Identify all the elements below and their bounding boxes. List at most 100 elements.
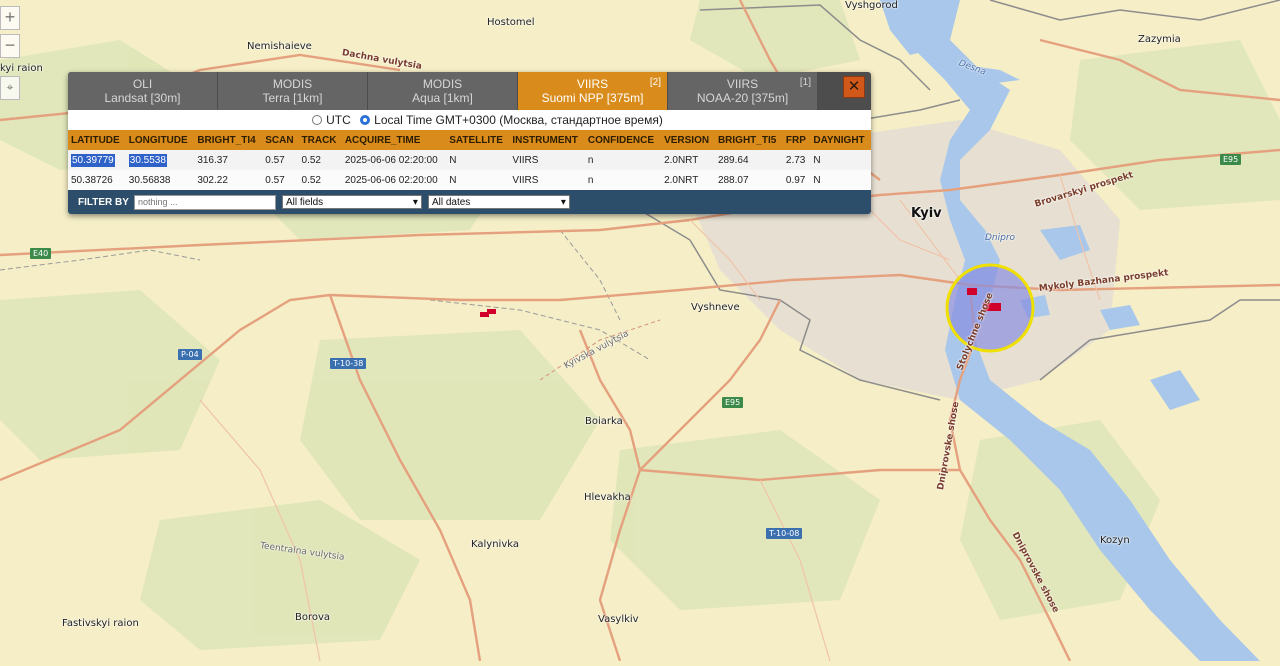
table-cell: 2025-06-06 02:20:00 <box>341 170 447 190</box>
tab-modis-aqua[interactable]: MODIS Aqua [1km] <box>368 72 517 110</box>
tab-line2: NOAA-20 [375m] <box>696 91 789 105</box>
filter-input[interactable] <box>133 194 276 210</box>
chevron-down-icon: ▾ <box>560 196 566 208</box>
tab-line1: MODIS <box>422 77 463 91</box>
table-cell: n <box>584 170 662 190</box>
column-header[interactable]: VERSION <box>661 130 715 150</box>
place-label: Kalynivka <box>471 539 519 550</box>
table-cell: 50.39779 <box>68 150 126 170</box>
table-cell: 2.0NRT <box>661 150 715 170</box>
tab-line2: Aqua [1km] <box>412 91 473 105</box>
table-cell: 0.57 <box>262 170 299 190</box>
road-shield: E40 <box>30 248 52 259</box>
sensor-tabs: OLI Landsat [30m] MODIS Terra [1km] MODI… <box>68 72 871 110</box>
table-row[interactable]: 50.39779 30.5538 316.37 0.57 0.52 2025-06-06 … <box>68 150 871 170</box>
table-cell: 288.07 <box>714 170 783 190</box>
table-cell: 2025-06-06 02:20:00 <box>341 150 447 170</box>
road-shield: T-10-38 <box>330 358 367 369</box>
tab-line1: MODIS <box>272 77 313 91</box>
filter-label: FILTER BY <box>78 196 129 208</box>
tab-line1: VIIRS <box>726 77 759 91</box>
place-label: Kyiv <box>911 206 942 221</box>
table-cell: 30.5538 <box>125 150 195 170</box>
field-select[interactable]: All fields ▾ <box>281 195 422 209</box>
place-label: Borova <box>295 612 331 623</box>
tab-viirs-noaa-20[interactable]: [1] VIIRS NOAA-20 [375m] <box>668 72 817 110</box>
table-cell: n <box>584 150 662 170</box>
tab-modis-terra[interactable]: MODIS Terra [1km] <box>218 72 367 110</box>
road-shield: E95 <box>1220 154 1242 165</box>
table-cell: 289.64 <box>714 150 783 170</box>
utc-radio[interactable] <box>312 115 323 125</box>
tab-line1: VIIRS <box>576 77 609 91</box>
road-shield: P-04 <box>178 349 202 360</box>
table-cell: 2.0NRT <box>661 170 715 190</box>
place-label: Hlevakha <box>584 492 631 503</box>
zoom-out-button[interactable]: − <box>0 34 20 58</box>
table-cell: N <box>446 150 510 170</box>
column-header[interactable]: BRIGHT_TI4 <box>194 130 263 150</box>
column-header[interactable]: INSTRUMENT <box>509 130 585 150</box>
place-label: Hostomel <box>487 17 535 28</box>
fire-data-table: LATITUDE LONGITUDE BRIGHT_TI4 SCAN TRACK ACQU… <box>68 130 871 190</box>
date-select[interactable]: All dates ▾ <box>427 195 570 209</box>
table-cell: N <box>446 170 510 190</box>
place-label: Vasylkiv <box>598 614 639 625</box>
column-header[interactable]: LONGITUDE <box>125 130 195 150</box>
table-row[interactable]: 50.38726 30.56838 302.22 0.57 0.52 2025-06-06… <box>68 170 871 190</box>
table-cell: VIIRS <box>509 170 585 190</box>
place-label: Vyshgorod <box>845 0 898 11</box>
column-header[interactable]: FRP <box>782 130 811 150</box>
tab-line1: OLI <box>132 77 153 91</box>
table-cell: 50.38726 <box>68 170 126 190</box>
locate-icon[interactable]: ⌖ <box>0 76 20 100</box>
field-select-value: All fields <box>285 196 324 208</box>
column-header[interactable]: ACQUIRE_TIME <box>341 130 447 150</box>
column-header[interactable]: LATITUDE <box>68 130 126 150</box>
road-shield: T-10-08 <box>766 528 803 539</box>
road-shield: E95 <box>722 397 744 408</box>
tab-count: [1] <box>799 77 811 88</box>
selected-cell-text: 50.39779 <box>71 153 115 167</box>
place-label: Fastivskyi raion <box>62 618 139 629</box>
column-header[interactable]: SATELLITE <box>446 130 510 150</box>
table-cell: N <box>810 150 871 170</box>
column-header[interactable]: SCAN <box>262 130 299 150</box>
utc-label: UTC <box>326 113 351 127</box>
selected-cell-text: 30.5538 <box>128 153 167 167</box>
column-header[interactable]: TRACK <box>298 130 342 150</box>
column-header[interactable]: DAYNIGHT <box>810 130 871 150</box>
chevron-down-icon: ▾ <box>412 196 418 208</box>
table-cell: 30.56838 <box>125 170 195 190</box>
tab-viirs-suomi-npp[interactable]: [2] VIIRS Suomi NPP [375m] <box>518 72 667 110</box>
table-cell: 0.52 <box>298 170 342 190</box>
date-select-value: All dates <box>431 196 471 208</box>
column-header[interactable]: CONFIDENCE <box>584 130 662 150</box>
zoom-in-button[interactable]: + <box>0 6 20 30</box>
close-button[interactable]: ✕ <box>843 76 865 98</box>
table-cell: 0.52 <box>298 150 342 170</box>
place-label: Vyshneve <box>691 302 740 313</box>
place-label: Boiarka <box>585 416 623 427</box>
table-cell: 0.57 <box>262 150 299 170</box>
table-cell: 2.73 <box>782 150 811 170</box>
table-cell: 316.37 <box>194 150 263 170</box>
local-time-radio[interactable] <box>360 115 371 125</box>
place-label: Nemishaieve <box>247 41 312 52</box>
tab-line2: Landsat [30m] <box>104 91 181 105</box>
filter-bar: FILTER BY All fields ▾ All dates ▾ <box>68 190 871 214</box>
table-cell: 0.97 <box>782 170 811 190</box>
river-label: Dnipro <box>985 233 1016 243</box>
tab-count: [2] <box>649 77 661 88</box>
tab-oli-landsat[interactable]: OLI Landsat [30m] <box>68 72 217 110</box>
place-label: kyi raion <box>0 63 43 74</box>
column-header[interactable]: BRIGHT_TI5 <box>714 130 783 150</box>
time-selector: UTC Local Time GMT+0300 (Москва, стандар… <box>68 110 871 130</box>
local-time-label: Local Time GMT+0300 (Москва, стандартное… <box>374 113 663 127</box>
table-cell: VIIRS <box>509 150 585 170</box>
table-cell: 302.22 <box>194 170 263 190</box>
table-cell: N <box>810 170 871 190</box>
table-header-row: LATITUDE LONGITUDE BRIGHT_TI4 SCAN TRACK ACQU… <box>68 130 871 150</box>
place-label: Zazymia <box>1138 34 1181 45</box>
place-label: Kozyn <box>1100 535 1130 546</box>
